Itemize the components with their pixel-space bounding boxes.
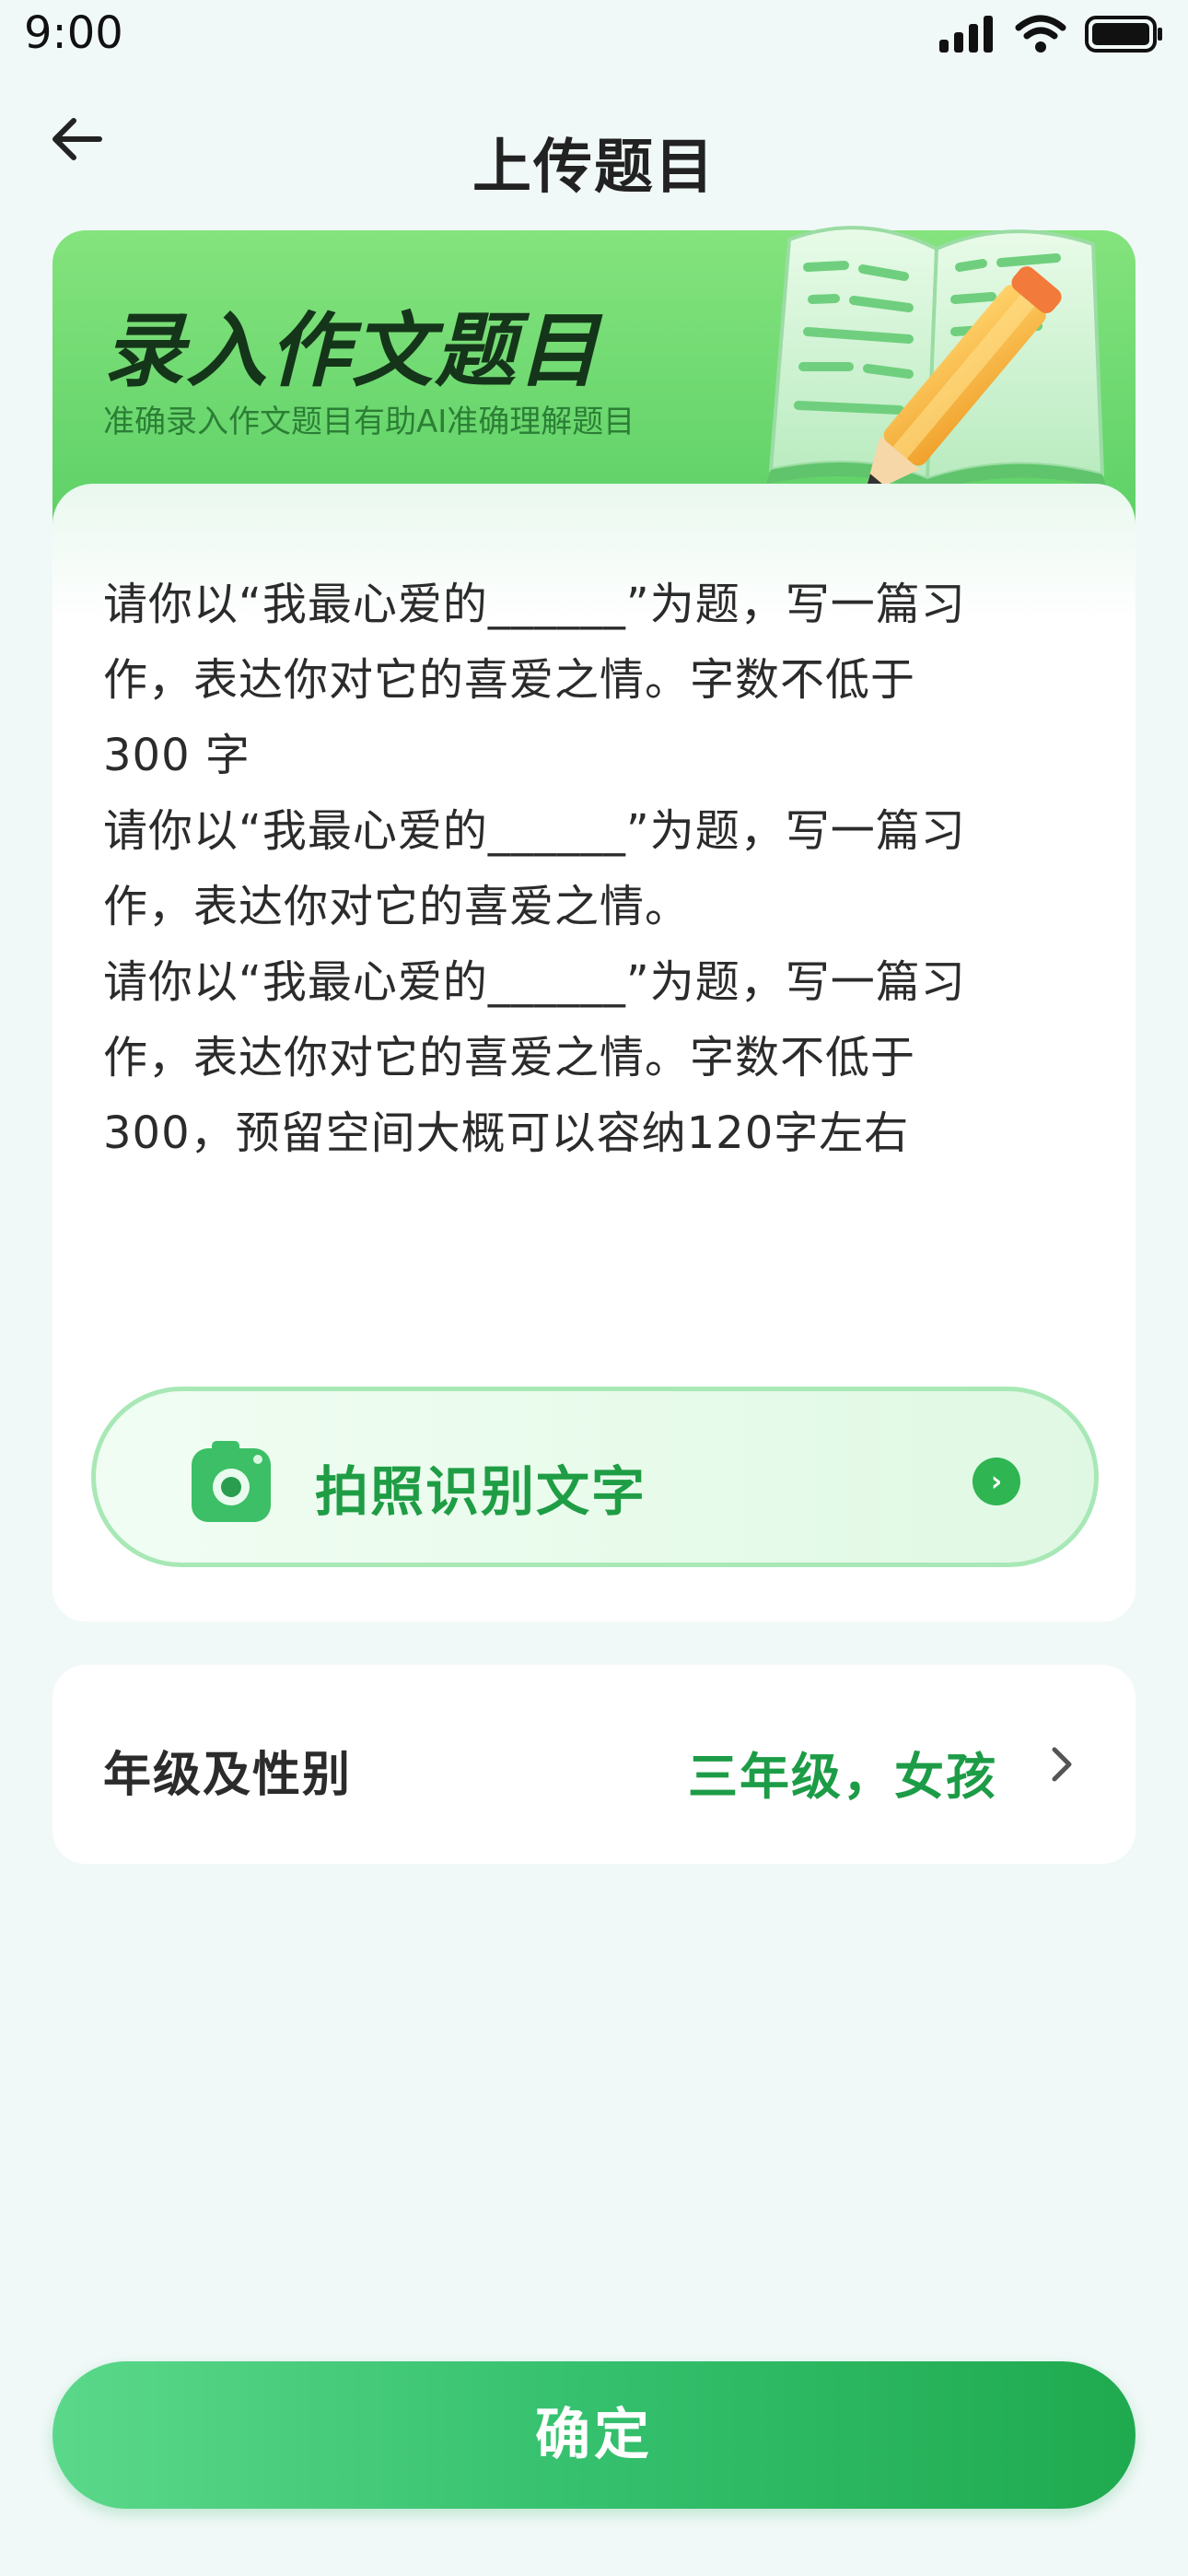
confirm-button[interactable]: 确定	[52, 2361, 1136, 2509]
essay-input-card: 录入作文题目 准确录入作文题目有助AI准确理解题目 请你以“我最心爱的_____…	[52, 226, 1136, 1622]
camera-icon	[192, 1441, 271, 1522]
essay-line: 请你以“我最心爱的______”为题，写一篇习	[103, 805, 966, 857]
essay-line: 作，表达你对它的喜爱之情。字数不低于	[103, 654, 916, 706]
card-subtitle: 准确录入作文题目有助AI准确理解题目	[103, 404, 635, 440]
grade-label: 年级及性别	[103, 1748, 353, 1803]
grade-gender-row[interactable]: 年级及性别 三年级，女孩	[52, 1665, 1136, 1864]
status-bar: 9:00	[0, 0, 1188, 74]
signal-icon	[939, 16, 993, 53]
essay-text-area[interactable]: 请你以“我最心爱的______”为题，写一篇习 作，表达你对它的喜爱之情。字数不…	[103, 567, 1098, 1171]
essay-line: 300，预留空间大概可以容纳120字左右	[103, 1107, 910, 1159]
page-title: 上传题目	[472, 134, 716, 202]
wifi-icon	[1015, 15, 1066, 53]
book-pencil-illustration	[766, 226, 1107, 496]
navigation-bar: 上传题目	[0, 83, 1188, 202]
chevron-right-icon: ›	[973, 1458, 1020, 1505]
card-title: 录入作文题目	[103, 303, 601, 398]
chevron-right-icon	[1052, 1747, 1072, 1782]
status-icons	[939, 15, 1164, 53]
photo-button-label: 拍照识别文字	[315, 1460, 647, 1523]
essay-line: 作，表达你对它的喜爱之情。	[103, 881, 691, 932]
essay-line: 请你以“我最心爱的______”为题，写一篇习	[103, 579, 966, 630]
essay-line: 请你以“我最心爱的______”为题，写一篇习	[103, 956, 966, 1008]
essay-line: 作，表达你对它的喜爱之情。字数不低于	[103, 1032, 916, 1083]
photo-recognize-button[interactable]: 拍照识别文字 ›	[91, 1387, 1099, 1567]
battery-icon	[1085, 16, 1162, 53]
essay-line: 300 字	[103, 730, 250, 781]
status-time: 9:00	[24, 7, 123, 59]
grade-value: 三年级，女孩	[688, 1748, 997, 1806]
